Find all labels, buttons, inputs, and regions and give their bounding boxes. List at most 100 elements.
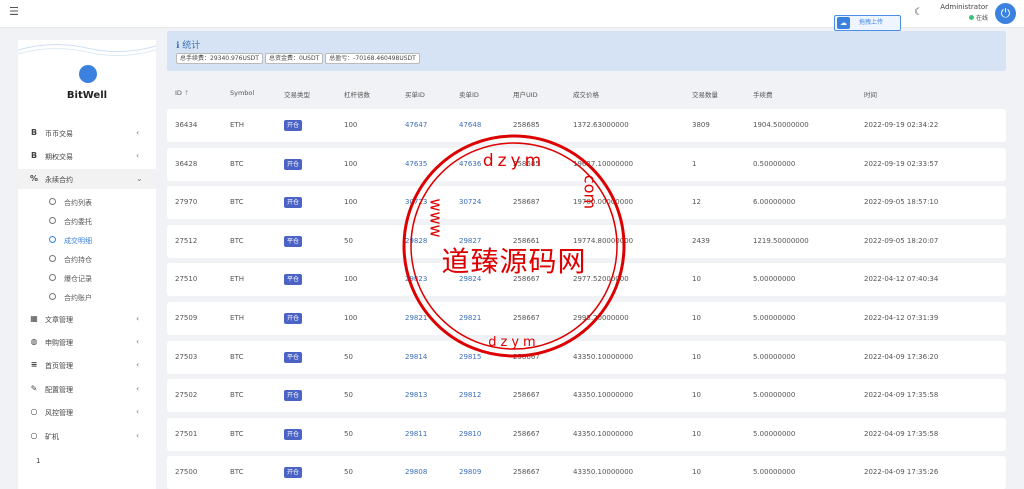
nav-config-management[interactable]: ✎ 配置管理 ‹	[18, 379, 156, 399]
chevron-left-icon: ‹	[136, 360, 140, 369]
sort-icon: ↑	[184, 89, 190, 97]
trade-type-badge: 开仓	[284, 120, 303, 131]
cell-uid: 258667	[513, 391, 540, 400]
cell-qty: 10	[692, 314, 701, 322]
stats-panel: ℹ 统计 总手续费：29340.976USDT 总资金费：0USDT 总盈亏：-70…	[167, 31, 1006, 71]
table-row: 36428 BTC 开仓 100 47635 47636 258685 19627.10000…	[167, 147, 1006, 181]
cell-id: 36434	[175, 121, 198, 129]
total-pnl-chip: 总盈亏：-70168.460498USDT	[325, 53, 420, 64]
trade-type-badge: 平仓	[284, 351, 303, 363]
nav-mining-machine[interactable]: ○ 矿机 ‹	[18, 426, 156, 446]
subnav-contract-orders[interactable]: 合约委托	[18, 211, 156, 230]
cell-sell[interactable]: 47636	[459, 160, 481, 168]
subnav-contract-positions[interactable]: 合约持仓	[18, 249, 156, 268]
nav-options-trading[interactable]: B 期权交易 ‹	[18, 146, 156, 166]
header-type: 交易类型	[284, 91, 310, 99]
cell-type: 开仓	[284, 313, 303, 324]
nav-home-management[interactable]: ≡ 首页管理 ‹	[18, 355, 156, 375]
bitcoin-icon: B	[30, 151, 38, 160]
nav-article-management[interactable]: ▦ 文章管理 ‹	[18, 309, 156, 329]
cell-type: 平仓	[284, 351, 303, 363]
cell-qty: 10	[692, 352, 701, 361]
user-status: 在线	[930, 13, 988, 22]
cell-sell[interactable]: 29812	[459, 391, 481, 399]
cell-lev: 100	[344, 314, 358, 322]
cell-buy[interactable]: 30723	[405, 198, 427, 206]
table-row: 27502 BTC 开仓 50 29813 29812 258667 43350.100000…	[167, 379, 1006, 413]
cell-lev: 100	[344, 121, 358, 129]
online-dot-icon	[968, 15, 974, 20]
header-leverage: 杠杆倍数	[344, 91, 370, 99]
header-price: 成交价格	[573, 91, 599, 99]
cell-sell[interactable]: 29809	[459, 468, 481, 476]
cell-lev: 100	[344, 275, 358, 284]
nav-subscription-management[interactable]: ◍ 申购管理 ‹	[18, 332, 156, 352]
cell-symbol: BTC	[230, 236, 244, 245]
moon-icon[interactable]: ☾	[914, 7, 923, 18]
circle-icon	[49, 217, 56, 224]
cell-lev: 50	[344, 352, 353, 361]
drag-upload-button[interactable]: ☁ 拖拽上传	[834, 15, 901, 31]
cell-qty: 10	[692, 468, 701, 477]
cell-fee: 1904.50000000	[753, 121, 809, 129]
bitcoin-icon: B	[30, 128, 38, 137]
cell-price: 19627.10000000	[573, 159, 634, 168]
cell-type: 平仓	[284, 235, 303, 247]
cell-sell[interactable]: 29815	[459, 353, 481, 361]
circle-icon: ○	[30, 407, 38, 416]
cell-buy[interactable]: 29813	[405, 391, 427, 399]
circle-icon	[49, 274, 56, 281]
subnav-contract-account[interactable]: 合约账户	[18, 287, 156, 306]
menu-icon[interactable]: ☰	[9, 5, 19, 18]
power-icon[interactable]: ⏻	[995, 3, 1016, 24]
cell-id: 27970	[175, 198, 198, 207]
page-number[interactable]: 1	[36, 457, 40, 465]
cell-sell[interactable]: 47648	[459, 121, 481, 129]
chevron-left-icon: ‹	[136, 384, 140, 393]
info-icon: ℹ	[176, 41, 180, 51]
header-time: 时间	[864, 91, 877, 99]
header-qty: 交易数量	[692, 91, 718, 99]
cell-sell[interactable]: 29810	[459, 430, 481, 438]
chevron-left-icon: ‹	[136, 128, 140, 137]
cell-qty: 10	[692, 275, 701, 284]
subnav-contract-list[interactable]: 合约列表	[18, 192, 156, 211]
cell-uid: 258667	[513, 468, 540, 477]
cell-sell[interactable]: 30724	[459, 198, 481, 206]
chevron-left-icon: ‹	[136, 407, 140, 416]
trade-type-badge: 开仓	[284, 390, 303, 402]
subnav-liquidation-records[interactable]: 爆仓记录	[18, 268, 156, 287]
cell-buy[interactable]: 47647	[405, 121, 427, 129]
cell-buy[interactable]: 29821	[405, 314, 427, 322]
sidebar-wave-decoration	[18, 43, 156, 57]
table-row: 27970 BTC 开仓 100 30723 30724 258687 19700.00000…	[167, 186, 1006, 220]
cell-price: 2995.20000000	[573, 314, 629, 322]
cell-buy[interactable]: 29814	[405, 353, 427, 361]
cell-sell[interactable]: 29821	[459, 314, 481, 322]
cell-id: 36428	[175, 159, 198, 168]
cell-time: 2022-09-05 18:20:07	[864, 236, 939, 245]
user-name[interactable]: Administrator	[930, 3, 988, 11]
cell-id: 27509	[175, 314, 198, 322]
top-navbar: ☰ ☁ 拖拽上传 ☾ Administrator 在线 ⏻	[0, 0, 1024, 31]
cell-fee: 5.00000000	[753, 429, 796, 438]
cell-fee: 5.00000000	[753, 352, 796, 361]
nav-coin-trading[interactable]: B 币币交易 ‹	[18, 123, 156, 143]
nav-perpetual-contract[interactable]: % 永续合约 ⌄	[18, 169, 156, 189]
header-id[interactable]: ID ↑	[175, 89, 189, 97]
cell-type: 开仓	[284, 428, 303, 440]
cell-type: 开仓	[284, 158, 303, 170]
trade-type-badge: 开仓	[284, 467, 303, 479]
cell-fee: 5.00000000	[753, 314, 796, 322]
subnav-trade-details[interactable]: 成交明细	[18, 230, 156, 249]
cell-lev: 50	[344, 468, 353, 477]
cell-buy[interactable]: 29808	[405, 468, 427, 476]
chevron-left-icon: ‹	[136, 431, 140, 440]
cell-buy[interactable]: 29811	[405, 430, 427, 438]
upload-label: 拖拽上传	[859, 19, 884, 26]
cell-uid: 258667	[513, 429, 540, 438]
nav-risk-management[interactable]: ○ 风控管理 ‹	[18, 402, 156, 422]
cell-price: 43350.10000000	[573, 352, 634, 361]
article-icon: ▦	[30, 314, 38, 323]
cell-buy[interactable]: 47635	[405, 160, 427, 168]
